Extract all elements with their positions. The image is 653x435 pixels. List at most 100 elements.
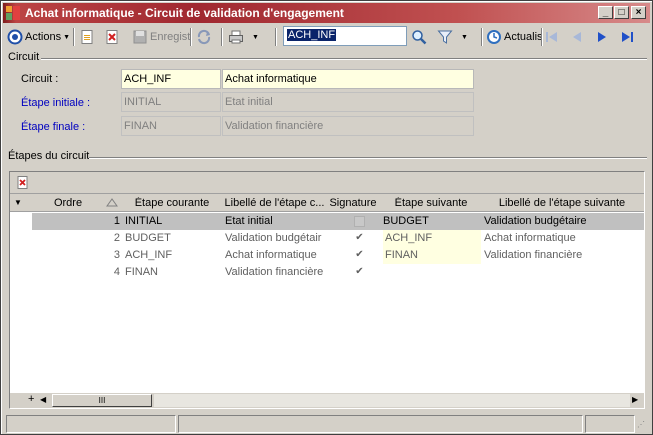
first-record-icon: [544, 29, 560, 45]
previous-record-button[interactable]: [569, 27, 585, 47]
section-divider: [89, 157, 647, 159]
search-input[interactable]: ACH_INF: [283, 26, 407, 46]
signature-checkbox[interactable]: ✔: [354, 233, 365, 244]
cell-ordre: 2: [113, 232, 120, 244]
add-row-button[interactable]: +: [28, 393, 34, 405]
toolbar-separator: [541, 28, 543, 46]
horizontal-scrollbar[interactable]: + ◀ III ▶: [10, 393, 644, 408]
grid-header: ▼ Ordre Étape courante Libellé de l'étap…: [10, 194, 644, 212]
cell-etape-courante: ACH_INF: [125, 249, 173, 261]
reload-button[interactable]: [196, 27, 212, 47]
table-row[interactable]: 1 INITIAL Etat initial BUDGET Validation bud…: [32, 213, 644, 230]
final-step-code-field: FINAN: [121, 116, 221, 136]
column-ordre[interactable]: Ordre: [33, 197, 103, 209]
cell-libelle-suivante: Validation financière: [484, 249, 583, 261]
cell-libelle-etape: Validation financière: [225, 266, 324, 278]
cell-etape-courante: BUDGET: [125, 232, 171, 244]
sort-ascending-icon: [106, 197, 118, 210]
reload-icon: [196, 29, 212, 45]
scroll-left-icon[interactable]: ◀: [40, 395, 46, 404]
print-button[interactable]: ▼: [228, 27, 259, 47]
close-button[interactable]: ×: [631, 6, 646, 19]
next-record-button[interactable]: [594, 27, 610, 47]
maximize-button[interactable]: □: [614, 6, 629, 19]
new-document-icon: [79, 29, 95, 45]
circuit-section-title: Circuit: [8, 51, 40, 63]
chevron-down-icon: ▼: [63, 33, 71, 41]
column-etape-courante[interactable]: Étape courante: [122, 197, 222, 209]
initial-step-label[interactable]: Étape initiale :: [21, 97, 90, 109]
signature-checkbox[interactable]: [354, 216, 365, 227]
steps-section-title: Étapes du circuit: [8, 150, 90, 162]
search-icon: [411, 29, 427, 45]
toolbar-separator: [481, 28, 483, 46]
column-etape-suivante[interactable]: Étape suivante: [381, 197, 481, 209]
chevron-down-icon: ▼: [461, 33, 468, 41]
actions-button[interactable]: Actions ▼: [7, 27, 70, 47]
cell-libelle-suivante: Achat informatique: [484, 232, 576, 244]
status-panel: [6, 415, 176, 433]
delete-button[interactable]: [104, 27, 120, 47]
toolbar-separator: [73, 28, 75, 46]
cell-libelle-etape: Validation budgétair: [225, 232, 322, 244]
column-libelle-etape[interactable]: Libellé de l'étape c...: [223, 197, 326, 209]
cell-etape-suivante: ACH_INF: [383, 230, 481, 247]
circuit-name-field[interactable]: Achat informatique: [222, 69, 474, 89]
circuit-label: Circuit :: [21, 73, 59, 85]
first-record-button[interactable]: [544, 27, 560, 47]
actions-label: Actions: [25, 31, 62, 43]
save-button[interactable]: Enregist: [132, 27, 190, 47]
actions-icon: [7, 29, 23, 45]
previous-record-icon: [569, 29, 585, 45]
signature-checkbox[interactable]: ✔: [354, 250, 365, 261]
column-signature[interactable]: Signature: [327, 197, 379, 209]
chevron-down-icon: ▼: [252, 33, 259, 41]
toolbar-separator: [190, 28, 192, 46]
cell-libelle-suivante: Validation budgétaire: [484, 215, 587, 227]
last-record-button[interactable]: [619, 27, 635, 47]
toolbar-separator: [221, 28, 223, 46]
cell-etape-suivante: BUDGET: [383, 215, 429, 227]
search-input-value: ACH_INF: [287, 29, 337, 41]
cell-libelle-etape: Etat initial: [225, 215, 273, 227]
next-record-icon: [594, 29, 610, 45]
scrollbar-thumb[interactable]: III: [52, 394, 152, 407]
delete-icon: [104, 29, 120, 45]
resize-grip-icon[interactable]: ⋰: [637, 420, 645, 429]
cell-ordre: 1: [113, 215, 120, 227]
status-panel: [585, 415, 635, 433]
toolbar-separator: [275, 28, 277, 46]
status-panel: [178, 415, 583, 433]
initial-step-code-field: INITIAL: [121, 92, 221, 112]
section-divider: [41, 58, 647, 60]
scrollbar-track[interactable]: [154, 394, 630, 407]
table-row[interactable]: 2 BUDGET Validation budgétair ACH_INF Achat …: [32, 230, 644, 247]
refresh-label: Actualis: [504, 31, 542, 43]
search-button[interactable]: [411, 27, 427, 47]
app-icon: [6, 6, 20, 20]
row-menu-icon[interactable]: ▼: [14, 198, 22, 207]
filter-button[interactable]: ▼: [437, 27, 468, 47]
cell-ordre: 4: [113, 266, 120, 278]
application-window: Achat informatique - Circuit de validati…: [0, 0, 653, 435]
initial-step-name-field: Etat initial: [222, 92, 474, 112]
minimize-button[interactable]: _: [598, 6, 613, 19]
table-row[interactable]: 3 ACH_INF Achat informatique FINAN Validatio…: [32, 247, 644, 264]
cell-etape-courante: INITIAL: [125, 215, 163, 227]
circuit-code-field[interactable]: ACH_INF: [121, 69, 221, 89]
signature-checkbox[interactable]: ✔: [354, 267, 365, 278]
steps-grid: ▼ Ordre Étape courante Libellé de l'étap…: [9, 171, 645, 409]
title-bar[interactable]: Achat informatique - Circuit de validati…: [3, 3, 650, 23]
cell-etape-courante: FINAN: [125, 266, 158, 278]
final-step-label[interactable]: Étape finale :: [21, 121, 85, 133]
scroll-right-icon[interactable]: ▶: [632, 395, 638, 404]
new-button[interactable]: [79, 27, 95, 47]
delete-row-icon[interactable]: [15, 175, 31, 191]
save-icon: [132, 29, 148, 45]
cell-ordre: 3: [113, 249, 120, 261]
refresh-button[interactable]: Actualis: [486, 27, 542, 47]
column-libelle-suivante[interactable]: Libellé de l'étape suivante: [482, 197, 642, 209]
table-row[interactable]: 4 FINAN Validation financière ✔: [32, 264, 644, 281]
cell-etape-suivante: FINAN: [383, 247, 481, 264]
filter-icon: [437, 29, 453, 45]
